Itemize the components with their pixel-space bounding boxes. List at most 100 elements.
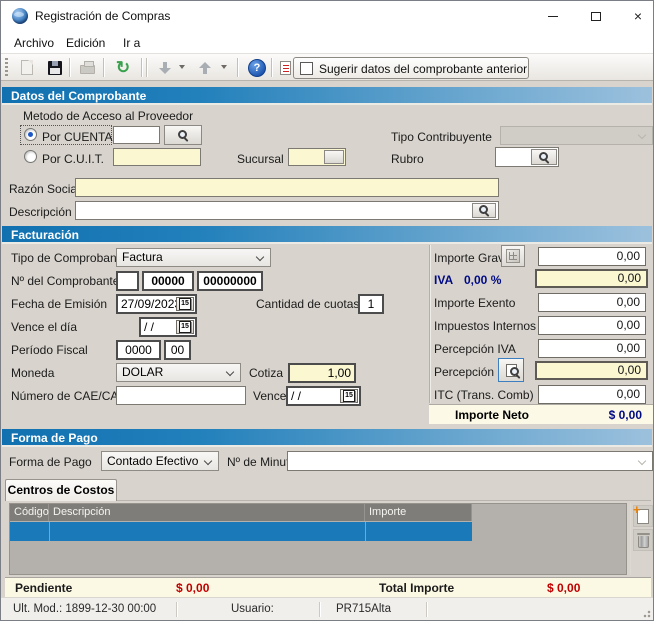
minuta-label: Nº de Minuta xyxy=(227,455,296,469)
add-row-button[interactable] xyxy=(633,505,653,527)
cae-label: Número de CAE/CAI xyxy=(11,389,122,403)
form-body: Datos del Comprobante Metodo de Acceso a… xyxy=(1,81,653,597)
descripcion-search-button[interactable] xyxy=(472,203,496,218)
menu-ir-a[interactable]: Ir a xyxy=(118,34,145,51)
magnifier-icon xyxy=(479,205,490,216)
importe-exento-input[interactable]: 0,00 xyxy=(538,293,646,312)
descripcion-input[interactable] xyxy=(75,201,499,220)
refresh-icon: ↻ xyxy=(116,59,130,76)
cuenta-input[interactable] xyxy=(113,126,160,144)
nav-up-button[interactable] xyxy=(193,56,217,79)
sucursal-label: Sucursal xyxy=(237,152,284,166)
printer-icon xyxy=(80,65,95,74)
itc-input[interactable]: 0,00 xyxy=(538,385,646,404)
menu-archivo[interactable]: Archivo xyxy=(9,34,59,51)
calendar-button[interactable] xyxy=(176,297,194,311)
col-header-importe[interactable]: Importe xyxy=(365,504,472,521)
save-button[interactable] xyxy=(43,56,67,79)
periodo-mes-input[interactable]: 00 xyxy=(164,340,191,360)
new-button[interactable] xyxy=(15,56,39,79)
toolbar-separator xyxy=(103,58,104,77)
percepcion-iva-input[interactable]: 0,00 xyxy=(538,339,646,358)
minuta-select[interactable] xyxy=(287,451,653,471)
tipo-comprobante-value: Factura xyxy=(122,250,163,264)
percepcion-ib-input[interactable]: 0,00 xyxy=(535,361,648,380)
suggest-previous-checkbox[interactable] xyxy=(300,62,313,75)
importe-gravado-input[interactable]: 0,00 xyxy=(538,247,646,266)
importe-neto-value: $ 0,00 xyxy=(609,408,642,422)
print-button[interactable] xyxy=(75,56,99,79)
tab-strip-line xyxy=(117,500,651,501)
minimize-button[interactable] xyxy=(538,5,568,27)
nro-numero-input[interactable]: 00000000 xyxy=(197,271,263,291)
cotiza-input[interactable]: 1,00 xyxy=(288,363,356,383)
sucursal-picker-button[interactable] xyxy=(324,150,344,164)
razon-social-label: Razón Social xyxy=(9,182,80,196)
razon-social-input[interactable] xyxy=(75,178,499,197)
costos-grid: Código Descripción Importe xyxy=(9,503,627,575)
calendar-button[interactable] xyxy=(340,389,358,403)
vence-dia-label: Vence el día xyxy=(11,320,77,334)
iva-input[interactable]: 0,00 xyxy=(535,269,648,288)
por-cuit-label: Por C.U.I.T. xyxy=(42,152,104,166)
periodo-fiscal-label: Período Fiscal xyxy=(11,343,88,357)
tab-centros-de-costos[interactable]: Centros de Costos xyxy=(5,479,117,501)
importe-gravado-calc-button[interactable] xyxy=(501,245,525,267)
nro-sucursal-input[interactable]: 00000 xyxy=(142,271,194,291)
percepcion-ib-search-button[interactable] xyxy=(498,358,524,382)
nav-up-dropdown-caret[interactable] xyxy=(221,65,227,72)
cae-vence-input[interactable]: / / xyxy=(286,386,361,406)
suggest-previous-toggle[interactable]: Sugerir datos del comprobante anterior xyxy=(293,57,529,79)
status-separator xyxy=(319,602,320,617)
por-cuit-radio[interactable] xyxy=(24,150,37,163)
rubro-search-button[interactable] xyxy=(531,149,557,165)
total-importe-label: Total Importe xyxy=(379,581,454,595)
importe-neto-label: Importe Neto xyxy=(455,408,529,422)
forma-pago-select[interactable]: Contado Efectivo xyxy=(101,451,219,471)
vence-dia-value: / / xyxy=(144,320,154,334)
chevron-down-icon xyxy=(256,253,264,261)
impuestos-internos-input[interactable]: 0,00 xyxy=(538,316,646,335)
calendar-icon xyxy=(343,390,355,402)
new-page-icon xyxy=(21,60,33,75)
cuenta-search-button[interactable] xyxy=(164,125,202,145)
status-separator xyxy=(426,602,427,617)
cae-input[interactable] xyxy=(116,386,246,405)
cuit-input[interactable] xyxy=(113,148,201,166)
nav-down-dropdown-caret[interactable] xyxy=(179,65,185,72)
calendar-button[interactable] xyxy=(176,320,194,334)
menu-edicion[interactable]: Edición xyxy=(61,34,110,51)
col-header-codigo[interactable]: Código xyxy=(10,504,49,521)
arrow-down-icon xyxy=(159,61,172,75)
help-button[interactable]: ? xyxy=(245,56,269,79)
percepcion-iva-label: Percepción IVA xyxy=(434,342,516,356)
nav-down-button[interactable] xyxy=(153,56,177,79)
tipo-comprobante-select[interactable]: Factura xyxy=(116,248,271,267)
tipo-comprobante-label: Tipo de Comprobante xyxy=(11,251,127,265)
tipo-contribuyente-select[interactable] xyxy=(500,126,653,145)
cae-vence-label: Vence xyxy=(253,389,286,403)
close-button[interactable]: × xyxy=(623,5,653,27)
delete-row-button[interactable] xyxy=(633,529,653,551)
cuotas-input[interactable]: 1 xyxy=(358,294,384,314)
rubro-input[interactable] xyxy=(495,147,559,167)
iva-percent: 0,00 % xyxy=(464,273,501,287)
refresh-button[interactable]: ↻ xyxy=(111,56,135,79)
maximize-button[interactable] xyxy=(581,5,611,27)
periodo-anio-input[interactable]: 0000 xyxy=(116,340,161,360)
nro-letra-input[interactable] xyxy=(116,271,139,291)
toolbar: ↻ ? Sugerir datos del comprobante anteri… xyxy=(1,53,653,81)
chevron-down-icon xyxy=(204,457,212,465)
grid-selected-row[interactable] xyxy=(10,522,472,541)
resize-grip[interactable] xyxy=(641,608,651,618)
grid-col-divider xyxy=(365,522,366,541)
col-header-descripcion[interactable]: Descripción xyxy=(49,504,365,521)
sucursal-input[interactable] xyxy=(288,148,346,166)
fecha-emision-label: Fecha de Emisión xyxy=(11,297,107,311)
cae-vence-value: / / xyxy=(291,389,301,403)
vence-dia-input[interactable]: / / xyxy=(139,317,197,337)
moneda-select[interactable]: DOLAR xyxy=(116,363,241,382)
por-cuenta-radio[interactable] xyxy=(24,128,37,141)
toolbar-grip[interactable] xyxy=(5,58,8,77)
fecha-emision-input[interactable]: 27/09/2023 xyxy=(116,294,197,314)
